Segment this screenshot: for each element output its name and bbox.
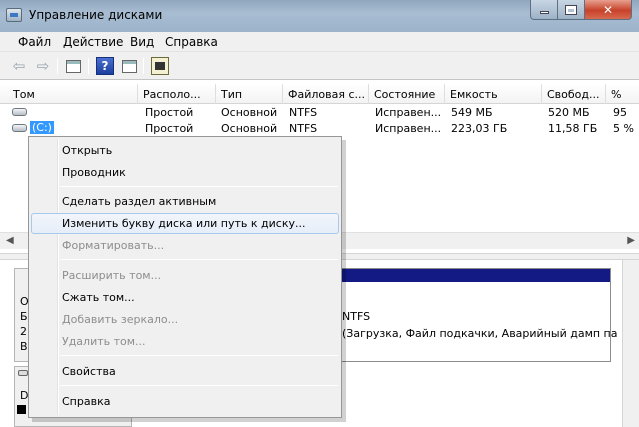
disk-management-app-icon <box>6 8 22 22</box>
cell-layout: Простой <box>145 106 194 119</box>
toolbar-separator <box>88 58 89 74</box>
cell-type: Основной <box>221 122 278 135</box>
minimize-icon <box>539 11 549 14</box>
vertical-scrollbar[interactable] <box>622 260 639 427</box>
column-volume[interactable]: Том <box>8 84 138 104</box>
menu-item-mark-active[interactable]: Сделать раздел активным <box>31 191 339 212</box>
column-status[interactable]: Состояние <box>369 84 445 104</box>
menu-item-change-drive-letter[interactable]: Изменить букву диска или путь к диску... <box>31 213 339 234</box>
drive-icon <box>12 108 27 116</box>
toolbar-separator <box>57 58 58 74</box>
menu-item-delete-volume[interactable]: Удалить том... <box>31 331 339 352</box>
menu-item-add-mirror[interactable]: Добавить зеркало... <box>31 309 339 330</box>
menu-separator <box>60 385 338 386</box>
close-icon: ✕ <box>602 2 614 17</box>
cell-percent-free: 5 % <box>613 122 634 135</box>
column-free-space[interactable]: Свобод... <box>542 84 606 104</box>
menu-item-properties[interactable]: Свойства <box>31 361 339 382</box>
menu-file[interactable]: Файл <box>18 35 51 49</box>
properties-icon[interactable] <box>64 57 82 75</box>
scroll-left-icon[interactable]: ◀ <box>6 235 14 246</box>
cell-status: Исправен... <box>375 122 442 135</box>
scroll-right-icon[interactable]: ▶ <box>627 235 635 246</box>
menu-separator <box>60 355 338 356</box>
primary-partition-stripe <box>337 269 610 282</box>
menu-separator <box>60 259 338 260</box>
cell-type: Основной <box>221 106 278 119</box>
unallocated-legend-swatch <box>17 405 26 414</box>
drive-icon <box>12 124 27 132</box>
menu-help[interactable]: Справка <box>165 35 218 49</box>
column-header: Том Располо... Тип Файловая с... Состоян… <box>0 84 639 104</box>
cell-percent-free: 95 <box>613 106 627 119</box>
cell-layout: Простой <box>145 122 194 135</box>
forward-icon[interactable]: ⇨ <box>34 57 52 75</box>
menu-action[interactable]: Действие <box>63 35 123 49</box>
disk-0-size: 2 <box>20 325 27 338</box>
disk-icon <box>18 370 28 376</box>
context-menu: Открыть Проводник Сделать раздел активны… <box>28 136 342 418</box>
menu-item-format[interactable]: Форматировать... <box>31 235 339 256</box>
cell-free-space: 520 МБ <box>548 106 590 119</box>
close-button[interactable]: ✕ <box>585 0 632 20</box>
cell-volume-selected: (C:) <box>30 121 54 134</box>
column-type[interactable]: Тип <box>216 84 283 104</box>
disk-0-type: Б <box>20 310 28 323</box>
menu-item-help[interactable]: Справка <box>31 391 339 412</box>
cell-filesystem: NTFS <box>289 122 318 135</box>
column-percent-free[interactable]: % <box>606 84 639 104</box>
help-icon[interactable]: ? <box>96 57 114 75</box>
menu-item-open[interactable]: Открыть <box>31 140 339 161</box>
partition-status: (Загрузка, Файл подкачки, Аварийный дамп… <box>342 327 618 340</box>
back-icon[interactable]: ⇦ <box>10 57 28 75</box>
cell-capacity: 549 МБ <box>451 106 493 119</box>
column-filesystem[interactable]: Файловая с... <box>283 84 369 104</box>
toolbar: ⇦ ⇨ ? <box>0 52 639 80</box>
cell-free-space: 11,58 ГБ <box>548 122 598 135</box>
menu-bar: Файл Действие Вид Справка <box>0 32 639 52</box>
menu-item-extend-volume[interactable]: Расширить том... <box>31 265 339 286</box>
menu-item-shrink-volume[interactable]: Сжать том... <box>31 287 339 308</box>
menu-view[interactable]: Вид <box>130 35 154 49</box>
partition-c-block[interactable]: NTFS (Загрузка, Файл подкачки, Аварийный… <box>336 268 617 362</box>
menu-separator <box>60 186 338 187</box>
table-row[interactable]: (C:) Простой Основной NTFS Исправен... 2… <box>0 121 639 136</box>
column-layout[interactable]: Располо... <box>138 84 216 104</box>
title-bar[interactable]: Управление дисками ✕ <box>0 0 639 32</box>
partition-filesystem: NTFS <box>342 310 371 323</box>
console-tree-icon[interactable] <box>120 57 138 75</box>
cell-filesystem: NTFS <box>289 106 318 119</box>
toolbar-separator <box>143 58 144 74</box>
minimize-button[interactable] <box>530 0 558 20</box>
column-capacity[interactable]: Емкость <box>445 84 542 104</box>
menu-item-explore[interactable]: Проводник <box>31 162 339 183</box>
cell-status: Исправен... <box>375 106 442 119</box>
table-row[interactable]: Простой Основной NTFS Исправен... 549 МБ… <box>0 105 639 120</box>
cell-capacity: 223,03 ГБ <box>451 122 508 135</box>
maximize-button[interactable] <box>558 0 585 20</box>
maximize-icon <box>565 4 577 15</box>
window-title: Управление дисками <box>29 8 163 22</box>
rescan-disks-icon[interactable] <box>151 57 169 75</box>
disk-0-status: В <box>20 340 28 353</box>
